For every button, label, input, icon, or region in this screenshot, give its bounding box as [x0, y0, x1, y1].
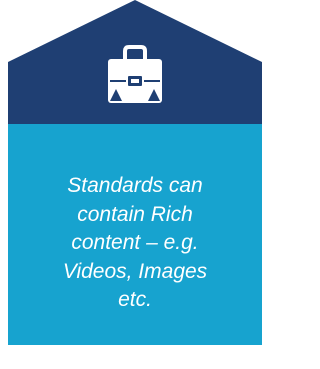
card-caption: Standards can contain Rich content – e.g… — [62, 174, 208, 311]
briefcase-icon — [108, 45, 162, 103]
